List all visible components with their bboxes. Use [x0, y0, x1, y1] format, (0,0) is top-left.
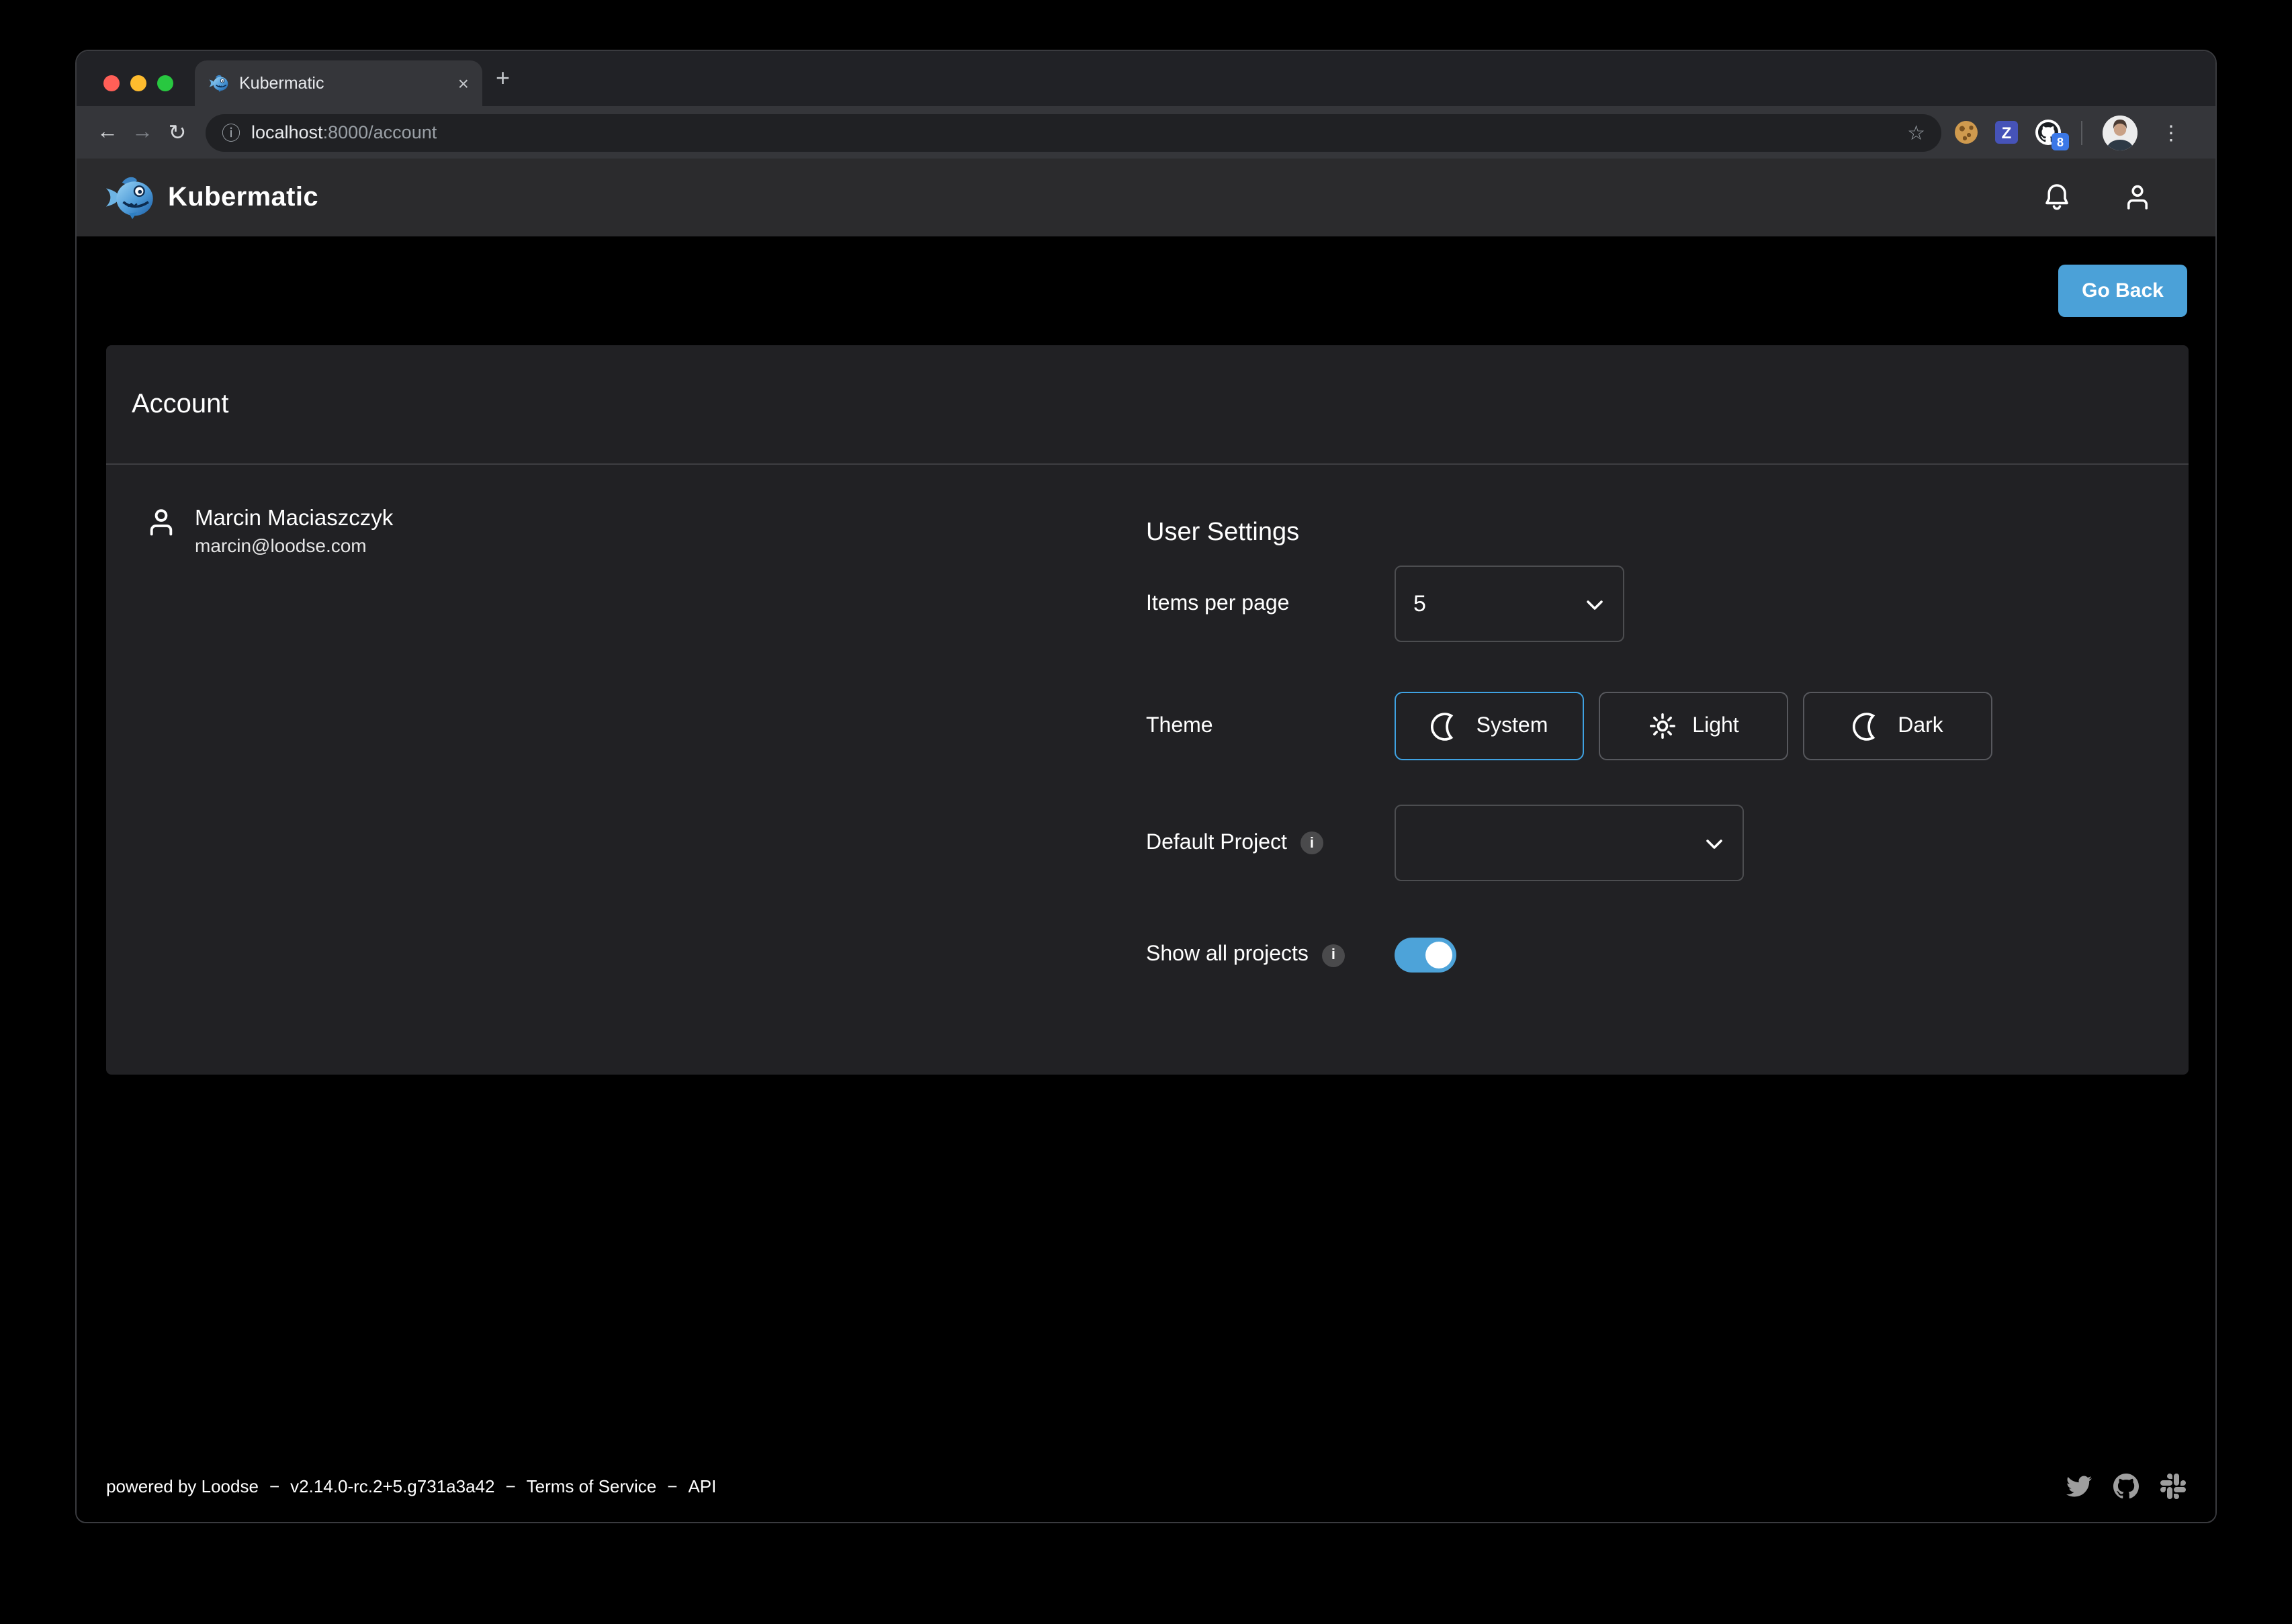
- fish-favicon-icon: [208, 74, 228, 93]
- footer-separator: −: [505, 1476, 515, 1496]
- user-menu-icon[interactable]: [2121, 181, 2154, 214]
- app-header: Kubermatic: [77, 159, 2215, 236]
- sun-icon: [1648, 712, 1676, 740]
- footer-separator: −: [269, 1476, 279, 1496]
- user-info-block: Marcin Maciaszczyk marcin@loodse.com: [144, 505, 393, 559]
- footer-separator: −: [667, 1476, 677, 1496]
- toggle-thumb: [1425, 942, 1452, 968]
- site-info-icon[interactable]: ⓘ: [222, 119, 240, 146]
- theme-option-light[interactable]: Light: [1599, 692, 1788, 760]
- theme-option-label: Light: [1692, 714, 1738, 738]
- macos-close-button[interactable]: [103, 75, 120, 91]
- chevron-down-icon: [1701, 829, 1728, 856]
- theme-option-label: System: [1476, 714, 1548, 738]
- z-extension-icon[interactable]: Z: [1995, 121, 2018, 144]
- show-all-projects-label: Show all projects: [1146, 943, 1309, 967]
- moon-icon: [1852, 711, 1882, 741]
- kubermatic-app: Kubermatic Go Back Account: [77, 159, 2215, 1523]
- default-project-select[interactable]: [1395, 805, 1744, 881]
- back-icon[interactable]: ←: [90, 115, 125, 150]
- show-all-projects-row: Show all projects i: [1146, 938, 1456, 973]
- theme-option-system[interactable]: System: [1395, 692, 1584, 760]
- extensions-area: Z 8 ⋮: [1955, 115, 2182, 150]
- chevron-down-icon: [1581, 590, 1608, 617]
- github-icon[interactable]: [2113, 1473, 2139, 1498]
- extension-badge: 8: [2052, 133, 2069, 150]
- items-per-page-select[interactable]: 5: [1395, 566, 1624, 642]
- items-per-page-row: Items per page 5: [1146, 566, 1624, 642]
- tab-close-icon[interactable]: ×: [458, 74, 469, 93]
- info-icon[interactable]: i: [1322, 944, 1345, 966]
- brand-name: Kubermatic: [168, 182, 318, 213]
- macos-zoom-button[interactable]: [157, 75, 173, 91]
- fish-logo-icon: [103, 175, 155, 220]
- terms-of-service-link[interactable]: Terms of Service: [527, 1476, 657, 1496]
- go-back-button[interactable]: Go Back: [2058, 265, 2187, 317]
- page-title: Account: [132, 389, 229, 420]
- macos-minimize-button[interactable]: [130, 75, 146, 91]
- items-per-page-label: Items per page: [1146, 592, 1395, 616]
- theme-option-label: Dark: [1898, 714, 1943, 738]
- version-text: v2.14.0-rc.2+5.g731a3a42: [290, 1476, 494, 1496]
- new-tab-button[interactable]: +: [496, 66, 510, 90]
- account-card-header: Account: [106, 345, 2189, 465]
- forward-icon[interactable]: →: [125, 115, 160, 150]
- theme-row: Theme System Light: [1146, 692, 1992, 760]
- user-email: marcin@loodse.com: [195, 533, 393, 559]
- account-card: Account Marcin Maciaszczyk marcin@loodse…: [106, 345, 2189, 1075]
- powered-by-link[interactable]: powered by Loodse: [106, 1476, 259, 1496]
- default-project-row: Default Project i: [1146, 805, 1744, 881]
- browser-tab[interactable]: Kubermatic ×: [195, 60, 482, 106]
- toolbar-separator: [2081, 120, 2082, 144]
- reload-icon[interactable]: ↻: [160, 115, 195, 150]
- theme-label: Theme: [1146, 714, 1395, 738]
- url-path: :8000/account: [323, 122, 437, 142]
- browser-window: Kubermatic × + ← → ↻ ⓘ localhost:8000/ac…: [75, 50, 2217, 1523]
- browser-menu-icon[interactable]: ⋮: [2160, 120, 2182, 144]
- default-project-label: Default Project: [1146, 831, 1287, 855]
- tab-title: Kubermatic: [239, 74, 447, 93]
- url-host: localhost: [251, 122, 323, 142]
- moon-icon: [1431, 711, 1460, 741]
- brand-logo[interactable]: Kubermatic: [103, 175, 318, 220]
- user-name: Marcin Maciaszczyk: [195, 505, 393, 533]
- notifications-bell-icon[interactable]: [2041, 181, 2073, 214]
- user-avatar-icon: [144, 505, 179, 559]
- tab-strip: Kubermatic × +: [77, 51, 2215, 106]
- twitter-icon[interactable]: [2066, 1473, 2092, 1498]
- browser-profile-avatar[interactable]: [2103, 115, 2137, 150]
- bookmark-star-icon[interactable]: ☆: [1907, 120, 1925, 144]
- app-footer: powered by Loodse − v2.14.0-rc.2+5.g731a…: [106, 1471, 2186, 1500]
- info-icon[interactable]: i: [1301, 831, 1323, 854]
- settings-title: User Settings: [1146, 518, 1299, 548]
- github-extension-icon[interactable]: 8: [2035, 120, 2061, 145]
- screen: Kubermatic × + ← → ↻ ⓘ localhost:8000/ac…: [0, 0, 2292, 1624]
- cookie-extension-icon[interactable]: [1955, 121, 1978, 144]
- api-link[interactable]: API: [688, 1476, 716, 1496]
- slack-icon[interactable]: [2160, 1473, 2186, 1498]
- url-text[interactable]: localhost:8000/account: [251, 122, 1896, 142]
- show-all-projects-toggle[interactable]: [1395, 938, 1456, 973]
- address-bar[interactable]: ⓘ localhost:8000/account ☆: [206, 114, 1941, 151]
- theme-option-dark[interactable]: Dark: [1803, 692, 1992, 760]
- browser-toolbar: ← → ↻ ⓘ localhost:8000/account ☆ Z 8: [77, 106, 2215, 159]
- items-per-page-value: 5: [1413, 590, 1426, 617]
